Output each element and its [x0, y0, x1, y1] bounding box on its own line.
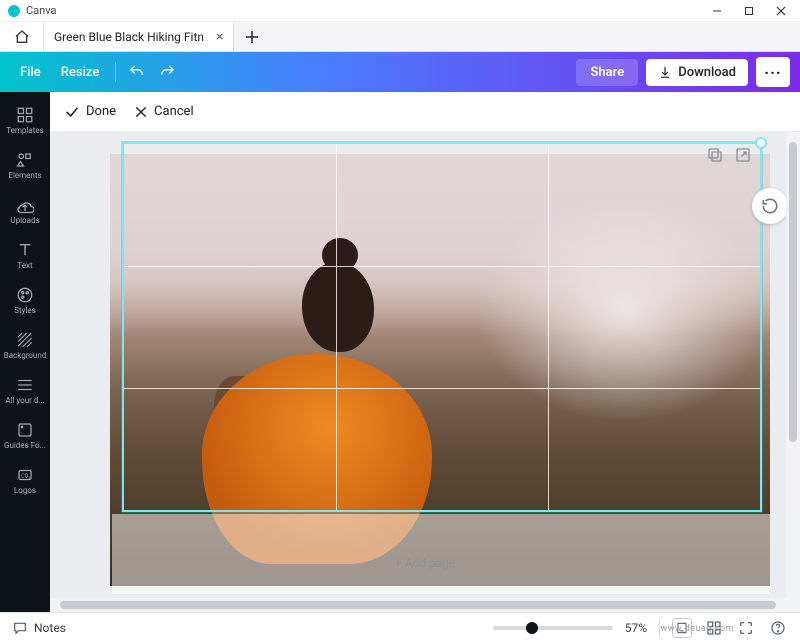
- add-page-button[interactable]: + Add page: [395, 556, 456, 570]
- sidebar-item-text[interactable]: Text: [0, 233, 50, 278]
- more-menu-button[interactable]: ···: [756, 57, 790, 87]
- grid-view-button[interactable]: [704, 618, 724, 638]
- sidebar-item-styles[interactable]: Styles: [0, 278, 50, 323]
- crop-cancel-button[interactable]: Cancel: [134, 104, 194, 119]
- crop-cancel-label: Cancel: [154, 104, 194, 119]
- present-button[interactable]: [736, 618, 756, 638]
- sidebar-item-logos[interactable]: CO₂ Logos: [0, 458, 50, 503]
- sidebar-item-label: All your d...: [5, 397, 44, 405]
- crop-grid-line: [124, 266, 760, 267]
- notes-label: Notes: [34, 621, 66, 635]
- canva-logo-icon: [8, 5, 20, 17]
- window-close-button[interactable]: [774, 4, 788, 18]
- sidebar-item-label: Uploads: [10, 217, 39, 225]
- page-list-button[interactable]: [672, 618, 692, 638]
- zoom-percent[interactable]: 57%: [625, 621, 647, 635]
- window-minimize-button[interactable]: [710, 4, 724, 18]
- duplicate-page-icon[interactable]: [706, 146, 724, 164]
- sidebar-item-label: Text: [17, 262, 32, 270]
- crop-handle[interactable]: [755, 137, 767, 149]
- app-title: Canva: [26, 4, 710, 17]
- tab-close-button[interactable]: ×: [216, 29, 223, 45]
- statusbar-separator: [659, 619, 660, 637]
- help-button[interactable]: [768, 618, 788, 638]
- download-button[interactable]: Download: [646, 59, 748, 86]
- notes-button[interactable]: Notes: [12, 620, 66, 636]
- svg-text:CO₂: CO₂: [21, 473, 30, 479]
- left-sidebar: Templates Elements Uploads Text Styles B…: [0, 92, 50, 612]
- redo-button[interactable]: [152, 57, 182, 87]
- toolbar-separator: [115, 62, 116, 82]
- sidebar-item-label: Guides Fo...: [4, 442, 46, 450]
- sidebar-item-label: Elements: [8, 172, 41, 180]
- status-bar: Notes 57%: [0, 612, 800, 642]
- new-tab-button[interactable]: [234, 22, 270, 51]
- sidebar-item-elements[interactable]: Elements: [0, 143, 50, 188]
- crop-edit-bar: Done Cancel: [50, 92, 800, 132]
- home-button[interactable]: [0, 22, 44, 51]
- crop-done-button[interactable]: Done: [64, 104, 116, 120]
- window-maximize-button[interactable]: [742, 4, 756, 18]
- undo-button[interactable]: [122, 57, 152, 87]
- sidebar-item-label: Background: [4, 352, 47, 360]
- share-button[interactable]: Share: [576, 59, 638, 86]
- sidebar-item-label: Templates: [6, 127, 43, 135]
- resize-menu[interactable]: Resize: [51, 59, 110, 86]
- sidebar-item-label: Styles: [14, 307, 35, 315]
- sidebar-item-uploads[interactable]: Uploads: [0, 188, 50, 233]
- horizontal-scrollbar[interactable]: [50, 598, 800, 612]
- crop-selection[interactable]: [122, 142, 762, 512]
- open-page-icon[interactable]: [734, 146, 752, 164]
- sidebar-item-background[interactable]: Background: [0, 323, 50, 368]
- zoom-slider[interactable]: [493, 626, 613, 630]
- tab-bar: Green Blue Black Hiking Fitn ×: [0, 22, 800, 52]
- window-titlebar: Canva: [0, 0, 800, 22]
- document-tab-title: Green Blue Black Hiking Fitn: [54, 30, 204, 44]
- sidebar-item-templates[interactable]: Templates: [0, 98, 50, 143]
- editor-workspace: Done Cancel: [50, 92, 800, 612]
- crop-done-label: Done: [86, 104, 116, 119]
- sidebar-item-label: Logos: [14, 487, 36, 495]
- canvas-area[interactable]: + Add page: [50, 132, 800, 598]
- crop-grid-line: [548, 144, 549, 510]
- scrollbar-thumb[interactable]: [789, 142, 797, 442]
- crop-grid-line: [336, 144, 337, 510]
- file-menu[interactable]: File: [10, 59, 51, 86]
- sidebar-item-guides[interactable]: Guides Fo...: [0, 413, 50, 458]
- sidebar-item-all-your-designs[interactable]: All your d...: [0, 368, 50, 413]
- rotate-button[interactable]: [752, 188, 788, 224]
- vertical-scrollbar[interactable]: [786, 132, 800, 598]
- document-tab[interactable]: Green Blue Black Hiking Fitn ×: [44, 22, 234, 51]
- zoom-slider-knob[interactable]: [526, 622, 538, 634]
- crop-grid-line: [124, 388, 760, 389]
- top-toolbar: File Resize Share Download ···: [0, 52, 800, 92]
- page-actions: [706, 146, 752, 164]
- scrollbar-thumb[interactable]: [60, 601, 776, 609]
- download-label: Download: [678, 65, 736, 80]
